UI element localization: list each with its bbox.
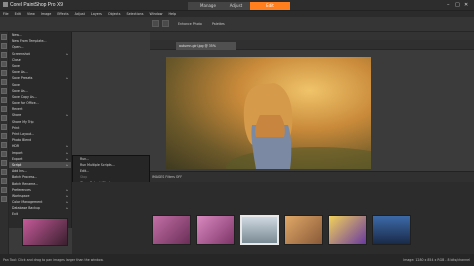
menu-item-label: Export [12,156,23,161]
menu-image[interactable]: Image [41,12,51,16]
organizer-header: IMAGES Filters OFF [150,171,474,182]
title-bar: Corel PaintShop Pro X9 Manage Adjust Edi… [0,0,474,11]
thumbnail-selected[interactable] [240,215,279,245]
image-info: Image: 1280 x 854 x RGB - 8 bits/channel [403,258,470,262]
menu-item-label: Photo Blend [12,138,32,143]
maximize-button[interactable]: □ [455,2,460,8]
thumbnail[interactable] [328,215,367,245]
text-tool-icon[interactable] [1,169,7,175]
pan-tool-icon[interactable] [1,34,7,40]
menu-item-label: New From Template... [12,39,47,44]
menu-item-label: Save for Office... [12,101,39,106]
menu-item-label: Preferences [12,187,31,192]
shape-tool-icon[interactable] [1,178,7,184]
tools-toolbar [0,32,9,260]
thumbnail[interactable] [284,215,323,245]
menu-item-label: Exit [12,212,19,217]
paint-brush-icon[interactable] [1,133,7,139]
menu-layers[interactable]: Layers [91,12,102,16]
menu-objects[interactable]: Objects [108,12,120,16]
menu-item-label: Save As... [12,70,28,75]
menu-item-label: HDR [12,144,20,149]
pen-tool-icon[interactable] [1,187,7,193]
dropper-icon[interactable] [1,97,7,103]
menu-item-label: Open... [12,45,24,50]
selection-tool-icon[interactable] [1,70,7,76]
menu-view[interactable]: View [27,12,35,16]
menu-item-label: Print [12,125,20,130]
menu-item-label: Script [12,162,22,167]
menu-selections[interactable]: Selections [127,12,144,16]
status-text: Pan Tool: Click and drag to pan images l… [3,258,104,262]
magic-wand-icon[interactable] [1,88,7,94]
document-tab[interactable]: autumn-girl.jpg @ 35% (Background) [176,42,236,56]
thumbnail[interactable] [22,218,68,246]
menu-item-label: Batch Process... [12,175,38,180]
eraser-icon[interactable] [1,151,7,157]
status-bar: Pan Tool: Click and drag to pan images l… [0,254,474,266]
menu-edit[interactable]: Edit [15,12,21,16]
photo-image[interactable] [166,57,371,169]
menu-item-label: Share My Trip [12,119,34,124]
toolbar: Enhance Photo Palettes [0,17,474,32]
menu-item-label: Save As... [12,88,28,93]
toolbar-button[interactable] [152,20,159,27]
menu-item-label: Save Copy As... [12,94,37,99]
menu-item-label: Color Management [12,200,43,205]
minimize-button[interactable]: – [447,2,450,8]
enhance-photo-menu[interactable]: Enhance Photo [178,22,202,26]
document-tabs: autumn-girl.jpg @ 35% (Background) [150,40,474,56]
menu-item-label: Save [12,82,20,87]
app-title: Corel PaintShop Pro X9 [3,2,63,8]
tab-edit[interactable]: Edit [250,2,290,10]
menu-help[interactable]: Help [169,12,177,16]
tool-options-bar [150,32,474,40]
menu-item-label: Add Ins... [12,169,27,174]
app-title-text: Corel PaintShop Pro X9 [10,2,64,8]
file-menu: New... New From Template... Open... Screens… [9,32,72,228]
clone-brush-icon[interactable] [1,142,7,148]
pick-tool-icon[interactable] [1,52,7,58]
crop-tool-icon[interactable] [1,106,7,112]
palettes-menu[interactable]: Palettes [212,22,225,26]
menu-item-label: Save [12,63,20,68]
app-icon [3,2,8,8]
color-palette-icon[interactable] [1,196,7,202]
photo-content [226,83,371,169]
menu-item-label: Screenshot [12,51,30,56]
menu-item-label: Save Presets [12,76,33,81]
thumbnail[interactable] [196,215,235,245]
menu-effects[interactable]: Effects [57,12,68,16]
menu-item-label: Print Layout... [12,132,35,136]
toolbar-button[interactable] [162,20,169,27]
file-menu-item[interactable]: Exit [9,211,71,217]
straighten-tool-icon[interactable] [1,115,7,121]
menu-item-label: Close [12,57,21,62]
menu-item-label: Import [12,150,23,155]
menu-item-label: New... [12,33,22,37]
menu-window[interactable]: Window [149,12,162,16]
menu-item-label: Batch Rename... [12,181,39,186]
thumbnail[interactable] [152,215,191,245]
red-eye-icon[interactable] [1,124,7,130]
menu-file[interactable]: File [3,12,9,16]
menu-adjust[interactable]: Adjust [75,12,85,16]
organizer-label[interactable]: IMAGES Filters OFF [152,175,182,179]
move-tool-icon[interactable] [1,61,7,67]
menu-item-label: Revert [12,107,23,112]
app-window: Corel PaintShop Pro X9 Manage Adjust Edi… [0,0,474,266]
zoom-tool-icon[interactable] [1,43,7,49]
menu-item-label: Database Backup [12,206,40,211]
flood-fill-icon[interactable] [1,160,7,166]
close-button[interactable]: ✕ [464,2,468,8]
menu-item-label: Share [12,113,22,118]
menu-item-label: Workspace [12,193,30,198]
thumbnail[interactable] [372,215,411,245]
freehand-selection-icon[interactable] [1,79,7,85]
organizer-thumbnails [72,182,474,254]
image-canvas[interactable] [150,50,474,171]
